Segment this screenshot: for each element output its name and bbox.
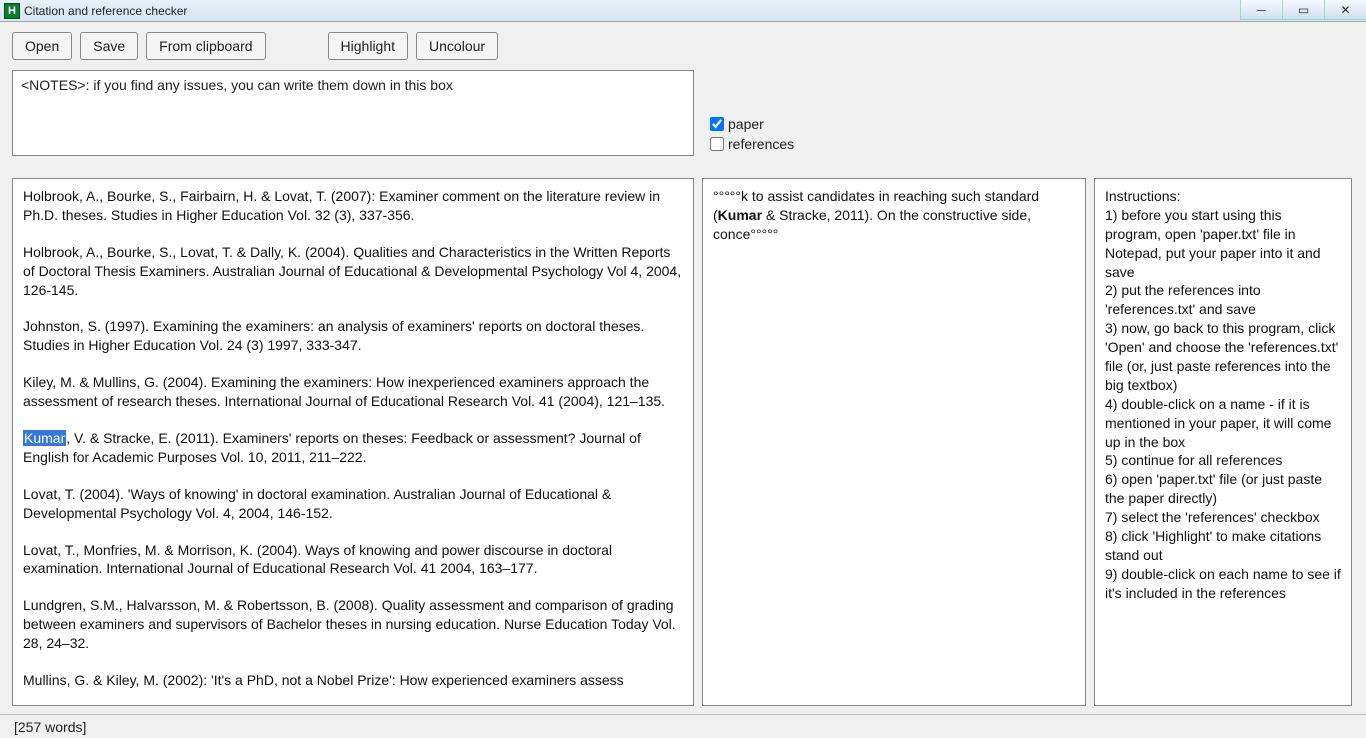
maximize-button[interactable]: ▭ xyxy=(1282,0,1324,20)
source-checkboxes: paper references xyxy=(710,116,794,156)
open-button[interactable]: Open xyxy=(12,32,72,60)
instruction-line: 2) put the references into 'references.t… xyxy=(1105,281,1341,319)
reference-item: Lovat, T., Monfries, M. & Morrison, K. (… xyxy=(23,541,683,579)
from-clipboard-button[interactable]: From clipboard xyxy=(146,32,265,60)
instruction-line: 1) before you start using this program, … xyxy=(1105,206,1341,282)
context-match: Kumar xyxy=(718,207,762,223)
paper-checkbox[interactable] xyxy=(710,117,724,131)
references-textbox[interactable]: Holbrook, A., Bourke, S., Fairbairn, H. … xyxy=(12,178,694,706)
paper-checkbox-label: paper xyxy=(728,116,764,132)
reference-item: Lovat, T. (2004). 'Ways of knowing' in d… xyxy=(23,485,683,523)
instruction-line: 6) open 'paper.txt' file (or just paste … xyxy=(1105,470,1341,508)
references-checkbox-row[interactable]: references xyxy=(710,136,794,152)
instruction-line: 3) now, go back to this program, click '… xyxy=(1105,319,1341,395)
toolbar: Open Save From clipboard Highlight Uncol… xyxy=(12,30,1354,62)
reference-item: Kiley, M. & Mullins, G. (2004). Examinin… xyxy=(23,373,683,411)
reference-item: Kumar, V. & Stracke, E. (2011). Examiner… xyxy=(23,429,683,467)
context-textbox[interactable]: °°°°°k to assist candidates in reaching … xyxy=(702,178,1086,706)
window-title: Citation and reference checker xyxy=(24,4,187,18)
reference-item: Holbrook, A., Bourke, S., Fairbairn, H. … xyxy=(23,187,683,225)
notes-text: <NOTES>: if you find any issues, you can… xyxy=(21,77,453,93)
status-text: [257 words] xyxy=(14,719,86,735)
highlighted-name: Kumar xyxy=(23,430,66,446)
instruction-line: 5) continue for all references xyxy=(1105,451,1341,470)
instruction-line: 7) select the 'references' checkbox xyxy=(1105,508,1341,527)
notes-textbox[interactable]: <NOTES>: if you find any issues, you can… xyxy=(12,70,694,156)
reference-item: Lundgren, S.M., Halvarsson, M. & Roberts… xyxy=(23,596,683,653)
close-button[interactable]: ✕ xyxy=(1324,0,1366,20)
highlight-button[interactable]: Highlight xyxy=(328,32,408,60)
uncolour-button[interactable]: Uncolour xyxy=(416,32,498,60)
instruction-line: 9) double-click on each name to see if i… xyxy=(1105,565,1341,603)
app-icon: H xyxy=(4,3,20,19)
status-bar: [257 words] xyxy=(0,714,1366,738)
references-checkbox-label: references xyxy=(728,136,794,152)
instruction-line: 8) click 'Highlight' to make citations s… xyxy=(1105,527,1341,565)
minimize-button[interactable]: ─ xyxy=(1240,0,1282,20)
reference-item: Johnston, S. (1997). Examining the exami… xyxy=(23,317,683,355)
instructions-textbox[interactable]: Instructions: 1) before you start using … xyxy=(1094,178,1352,706)
window-controls: ─ ▭ ✕ xyxy=(1240,0,1366,20)
paper-checkbox-row[interactable]: paper xyxy=(710,116,794,132)
reference-item: Holbrook, A., Bourke, S., Lovat, T. & Da… xyxy=(23,243,683,300)
window-titlebar: H Citation and reference checker ─ ▭ ✕ xyxy=(0,0,1366,22)
client-area: Open Save From clipboard Highlight Uncol… xyxy=(0,22,1366,714)
reference-item: Mullins, G. & Kiley, M. (2002): 'It's a … xyxy=(23,671,683,690)
references-checkbox[interactable] xyxy=(710,137,724,151)
instructions-header: Instructions: xyxy=(1105,187,1341,206)
instruction-line: 4) double-click on a name - if it is men… xyxy=(1105,395,1341,452)
save-button[interactable]: Save xyxy=(80,32,138,60)
